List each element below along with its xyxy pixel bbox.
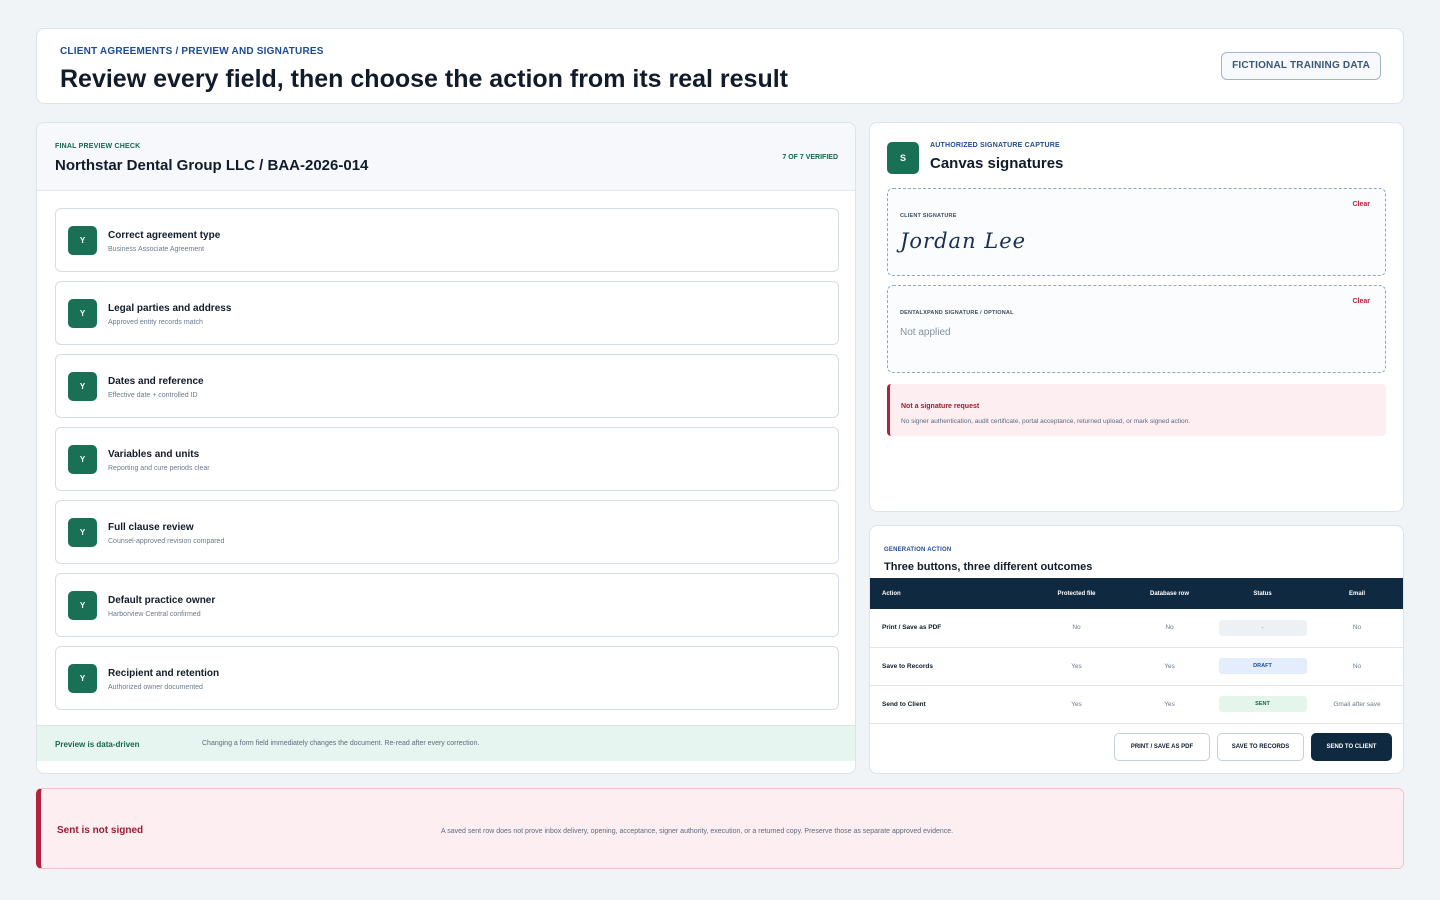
- training-data-badge: FICTIONAL TRAINING DATA: [1221, 52, 1381, 80]
- send-to-client-button[interactable]: SEND TO CLIENT: [1311, 733, 1392, 761]
- column-header: Database row: [1123, 578, 1216, 609]
- status-badge: -: [1218, 619, 1307, 636]
- check-subtitle: Authorized owner documented: [108, 684, 203, 691]
- clear-dentalxpand-signature-button[interactable]: Clear: [1352, 298, 1370, 305]
- verified-count: 7 OF 7 VERIFIED: [782, 154, 838, 161]
- clear-client-signature-button[interactable]: Clear: [1352, 201, 1370, 208]
- protected-file-cell: Yes: [1030, 647, 1123, 686]
- check-item[interactable]: Y Legal parties and address Approved ent…: [55, 281, 839, 345]
- action-cell: Print / Save as PDF: [870, 609, 1030, 648]
- alert-text: A saved sent row does not prove inbox de…: [441, 828, 954, 835]
- column-header: Protected file: [1030, 578, 1123, 609]
- generation-eyebrow: GENERATION ACTION: [884, 547, 952, 553]
- breadcrumb: CLIENT AGREEMENTS / PREVIEW AND SIGNATUR…: [60, 46, 324, 57]
- protected-file-cell: No: [1030, 609, 1123, 648]
- client-signature-canvas[interactable]: Clear CLIENT SIGNATURE Jordan Lee: [887, 188, 1386, 276]
- dentalxpand-signature-canvas[interactable]: Clear DENTALXPAND SIGNATURE / OPTIONAL N…: [887, 285, 1386, 373]
- database-row-cell: No: [1123, 609, 1216, 648]
- email-cell: No: [1309, 609, 1403, 648]
- action-outcomes-table: Action Protected file Database row Statu…: [870, 578, 1403, 724]
- protected-file-cell: Yes: [1030, 685, 1123, 724]
- alert-title: Sent is not signed: [57, 825, 144, 836]
- check-title: Variables and units: [108, 449, 200, 460]
- table-row: Print / Save as PDF No No - No: [870, 609, 1403, 648]
- document-title: Northstar Dental Group LLC / BAA-2026-01…: [55, 157, 369, 174]
- check-item[interactable]: Y Recipient and retention Authorized own…: [55, 646, 839, 710]
- page-title: Review every field, then choose the acti…: [60, 65, 789, 93]
- print-save-pdf-button[interactable]: PRINT / SAVE AS PDF: [1114, 733, 1210, 761]
- email-cell: No: [1309, 647, 1403, 686]
- check-title: Recipient and retention: [108, 668, 220, 679]
- check-subtitle: Counsel-approved revision compared: [108, 538, 225, 545]
- signature-icon: S: [887, 142, 919, 174]
- table-header-row: Action Protected file Database row Statu…: [870, 578, 1403, 609]
- check-title: Default practice owner: [108, 595, 216, 606]
- signature-notice-text: No signer authentication, audit certific…: [901, 418, 1191, 425]
- check-icon: Y: [68, 226, 97, 255]
- check-subtitle: Reporting and cure periods clear: [108, 465, 210, 472]
- check-item[interactable]: Y Correct agreement type Business Associ…: [55, 208, 839, 272]
- check-subtitle: Business Associate Agreement: [108, 246, 205, 253]
- check-title: Legal parties and address: [108, 303, 232, 314]
- dentalxpand-signature-value: Not applied: [900, 327, 951, 338]
- final-preview-panel: FINAL PREVIEW CHECK Northstar Dental Gro…: [36, 122, 856, 774]
- signature-panel: S AUTHORIZED SIGNATURE CAPTURE Canvas si…: [869, 122, 1404, 512]
- check-title: Correct agreement type: [108, 230, 221, 241]
- database-row-cell: Yes: [1123, 685, 1216, 724]
- status-badge: DRAFT: [1218, 658, 1307, 674]
- preview-eyebrow: FINAL PREVIEW CHECK: [55, 143, 141, 150]
- generation-title: Three buttons, three different outcomes: [884, 561, 1093, 573]
- email-cell: Gmail after save: [1309, 685, 1403, 724]
- check-title: Full clause review: [108, 522, 194, 533]
- check-icon: Y: [68, 372, 97, 401]
- database-row-cell: Yes: [1123, 647, 1216, 686]
- column-header: Action: [870, 578, 1030, 609]
- check-item[interactable]: Y Variables and units Reporting and cure…: [55, 427, 839, 491]
- page-header: CLIENT AGREEMENTS / PREVIEW AND SIGNATUR…: [36, 28, 1404, 104]
- status-cell: SENT: [1216, 685, 1309, 724]
- client-signature-label: CLIENT SIGNATURE: [900, 213, 957, 219]
- check-icon: Y: [68, 518, 97, 547]
- check-subtitle: Approved entity records match: [108, 319, 203, 326]
- status-cell: -: [1216, 609, 1309, 648]
- check-icon: Y: [68, 445, 97, 474]
- dentalxpand-signature-label: DENTALXPAND SIGNATURE / OPTIONAL: [900, 310, 1014, 316]
- signature-notice-title: Not a signature request: [901, 403, 980, 410]
- check-item[interactable]: Y Dates and reference Effective date + c…: [55, 354, 839, 418]
- generation-action-panel: GENERATION ACTION Three buttons, three d…: [869, 525, 1404, 774]
- action-cell: Send to Client: [870, 685, 1030, 724]
- action-cell: Save to Records: [870, 647, 1030, 686]
- check-icon: Y: [68, 299, 97, 328]
- sent-not-signed-alert: Sent is not signed A saved sent row does…: [36, 788, 1404, 869]
- check-subtitle: Harborview Central confirmed: [108, 611, 201, 618]
- check-icon: Y: [68, 664, 97, 693]
- check-list: Y Correct agreement type Business Associ…: [55, 208, 839, 719]
- save-to-records-button[interactable]: SAVE TO RECORDS: [1217, 733, 1304, 761]
- table-row: Save to Records Yes Yes DRAFT No: [870, 647, 1403, 686]
- column-header: Email: [1309, 578, 1403, 609]
- client-signature-value: Jordan Lee: [900, 229, 1027, 253]
- check-item[interactable]: Y Full clause review Counsel-approved re…: [55, 500, 839, 564]
- table-row: Send to Client Yes Yes SENT Gmail after …: [870, 685, 1403, 724]
- preview-footer-text: Changing a form field immediately change…: [202, 740, 480, 747]
- preview-footer: Preview is data-driven Changing a form f…: [37, 725, 855, 761]
- column-header: Status: [1216, 578, 1309, 609]
- preview-header: FINAL PREVIEW CHECK Northstar Dental Gro…: [37, 123, 855, 191]
- signature-eyebrow: AUTHORIZED SIGNATURE CAPTURE: [930, 142, 1060, 149]
- signature-notice: Not a signature request No signer authen…: [887, 384, 1386, 436]
- preview-footer-label: Preview is data-driven: [55, 740, 140, 749]
- signature-title: Canvas signatures: [930, 155, 1064, 172]
- status-cell: DRAFT: [1216, 647, 1309, 686]
- check-item[interactable]: Y Default practice owner Harborview Cent…: [55, 573, 839, 637]
- status-badge: SENT: [1218, 696, 1307, 712]
- check-icon: Y: [68, 591, 97, 620]
- check-title: Dates and reference: [108, 376, 204, 387]
- check-subtitle: Effective date + controlled ID: [108, 392, 198, 399]
